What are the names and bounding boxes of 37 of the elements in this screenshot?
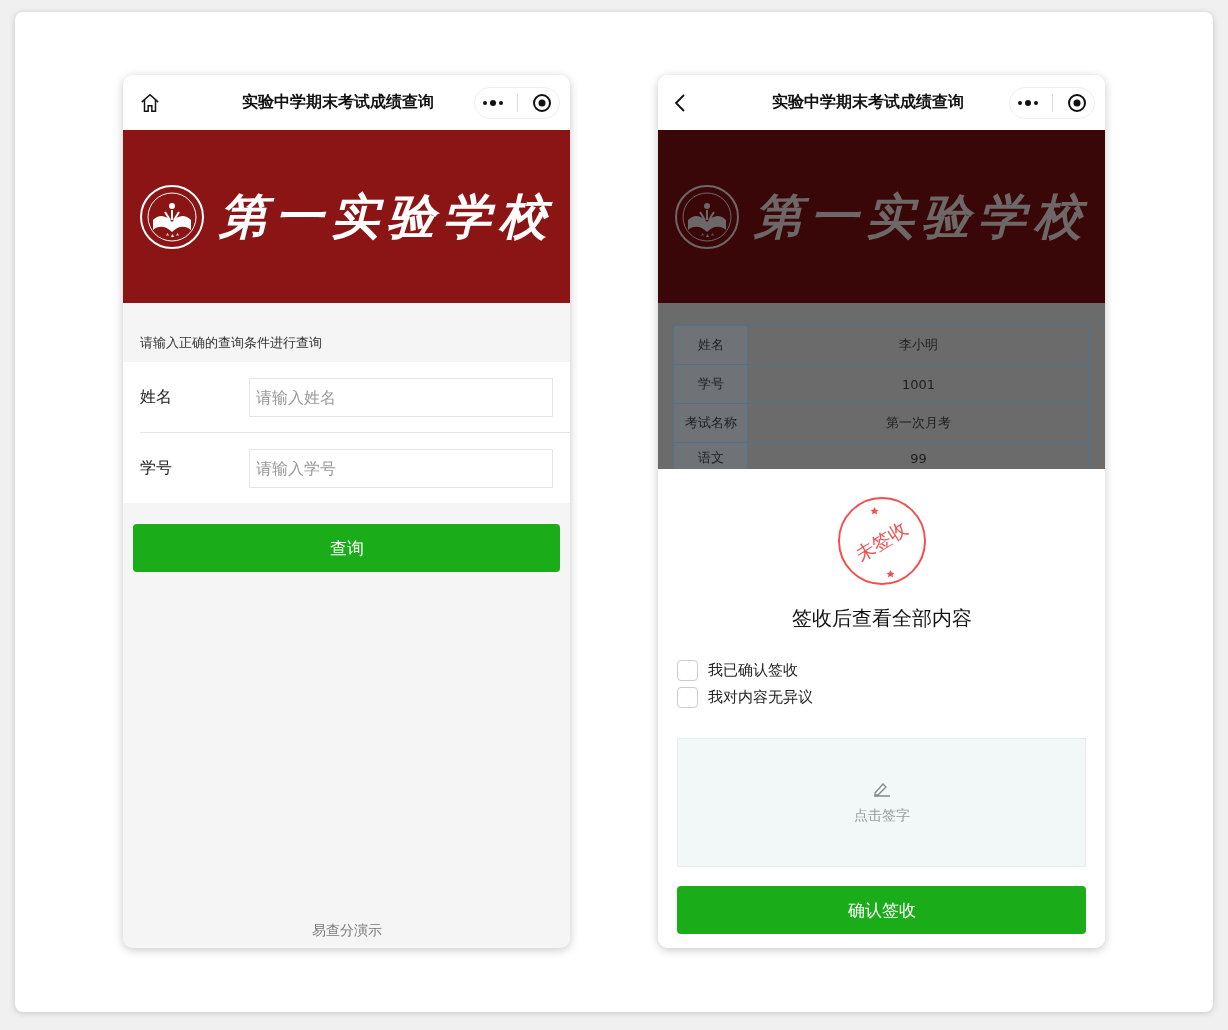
more-icon[interactable] bbox=[481, 98, 504, 107]
checkbox-label: 我对内容无异议 bbox=[708, 688, 813, 707]
hint-text: 请输入正确的查询条件进行查询 bbox=[140, 335, 322, 350]
table-cell-text: 李小明 bbox=[898, 336, 939, 354]
close-icon[interactable] bbox=[1067, 92, 1088, 113]
table-cell: 考试名称 bbox=[674, 404, 748, 442]
table-cell: 学号 bbox=[674, 365, 748, 403]
page-title: 实验中学期末考试成绩查询 bbox=[240, 92, 435, 113]
table-cell: 语文 bbox=[674, 443, 748, 469]
more-icon[interactable] bbox=[1016, 98, 1039, 107]
close-icon[interactable] bbox=[532, 92, 553, 113]
input-field[interactable]: 请输入学号 bbox=[249, 448, 553, 488]
back-icon[interactable] bbox=[674, 92, 686, 113]
star-icon bbox=[885, 570, 895, 579]
page-title: 实验中学期末考试成绩查询 bbox=[770, 92, 965, 113]
sheet-heading: 签收后查看全部内容 bbox=[791, 605, 972, 632]
checkbox[interactable] bbox=[677, 687, 698, 708]
school-emblem-icon bbox=[139, 183, 205, 250]
field-label: 学号 bbox=[140, 457, 173, 479]
checkbox-label: 我已确认签收 bbox=[708, 661, 798, 680]
signature-area[interactable]: 点击签字 bbox=[677, 738, 1086, 867]
checkbox[interactable] bbox=[677, 660, 698, 681]
table-cell-text: 1001 bbox=[900, 375, 937, 394]
home-icon[interactable] bbox=[139, 91, 161, 114]
query-button[interactable]: 查询 bbox=[133, 524, 560, 572]
signature-prompt: 点击签字 bbox=[853, 806, 910, 825]
stamp-text: 未签收 bbox=[852, 517, 911, 565]
school-name: 第一实验学校 bbox=[754, 186, 1090, 246]
input-field[interactable]: 请输入姓名 bbox=[249, 377, 553, 417]
field-label: 姓名 bbox=[140, 386, 173, 408]
school-name: 第一实验学校 bbox=[219, 186, 555, 246]
star-icon bbox=[869, 507, 879, 516]
table-cell-text: 99 bbox=[909, 449, 928, 468]
school-emblem-icon bbox=[674, 183, 740, 250]
table-cell: 姓名 bbox=[674, 326, 748, 364]
footer-text: 易查分演示 bbox=[311, 922, 382, 940]
confirm-button[interactable]: 确认签收 bbox=[677, 886, 1086, 934]
